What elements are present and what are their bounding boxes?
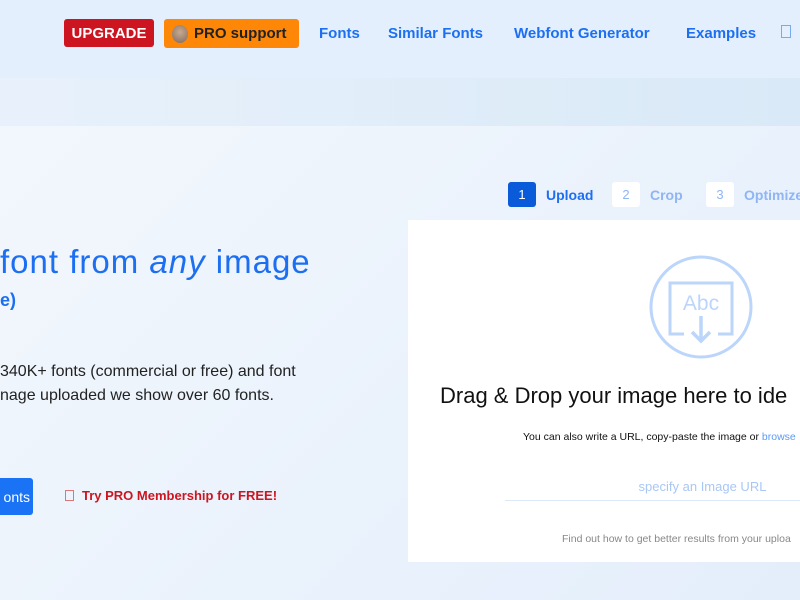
pro-support-button[interactable]: PRO support — [164, 19, 299, 48]
avatar — [172, 24, 188, 43]
drag-drop-heading: Drag & Drop your image here to ide — [440, 383, 788, 408]
step-number: 1 — [508, 182, 536, 207]
pro-support-label: PRO support — [194, 25, 287, 42]
browse-link[interactable]: browse — [762, 431, 796, 443]
nav-fonts[interactable]: Fonts — [319, 25, 360, 42]
nav-webfont-generator[interactable]: Webfont Generator — [514, 25, 650, 42]
nav-similar-fonts[interactable]: Similar Fonts — [388, 25, 483, 42]
nav-examples[interactable]: Examples — [686, 25, 756, 42]
description: 340K+ fonts (commercial or free) and fon… — [0, 363, 296, 404]
image-url-input[interactable] — [505, 472, 800, 501]
try-pro-link[interactable]: Try PRO Membership for FREE! — [65, 488, 277, 503]
step-label: Crop — [650, 186, 683, 203]
step-upload[interactable]: 1 Upload — [508, 182, 593, 207]
tips-link[interactable]: Find out how to get better results from … — [562, 533, 791, 545]
fonts-button[interactable]: onts — [0, 478, 33, 515]
also-text: You can also write a URL, copy-paste the… — [523, 431, 796, 443]
step-optimize[interactable]: 3 Optimize — [706, 182, 800, 207]
page-title: font from any image — [0, 243, 311, 280]
step-label: Optimize — [744, 186, 800, 203]
step-number: 2 — [612, 182, 640, 207]
pro-icon — [65, 490, 74, 501]
page-subtitle: e) — [0, 290, 17, 310]
upload-image-icon: Abc — [649, 255, 753, 359]
svg-text:Abc: Abc — [683, 292, 719, 315]
step-label: Upload — [546, 186, 594, 203]
upgrade-button[interactable]: UPGRADE — [64, 19, 154, 47]
try-pro-label: Try PRO Membership for FREE! — [82, 488, 278, 503]
step-number: 3 — [706, 182, 734, 207]
step-crop[interactable]: 2 Crop — [612, 182, 683, 207]
header-band — [0, 78, 800, 126]
language-icon[interactable] — [781, 25, 791, 38]
